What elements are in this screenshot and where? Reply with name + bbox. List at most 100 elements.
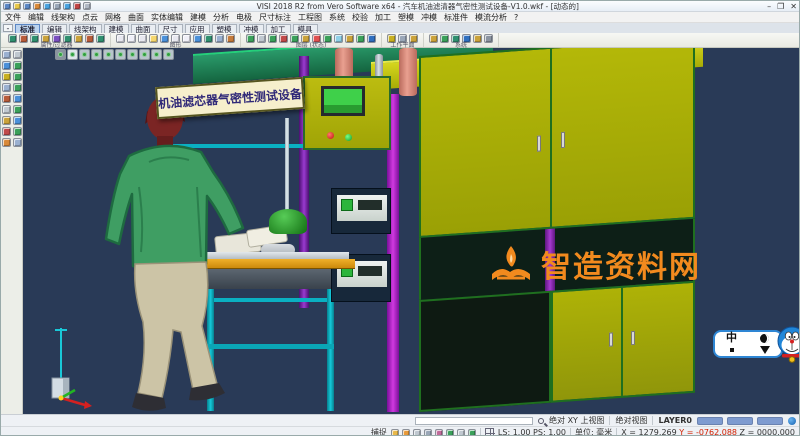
ribbon-icon[interactable] <box>257 34 266 43</box>
workplane-status[interactable]: 绝对 XY 上视图 <box>549 415 604 426</box>
ribbon-icon[interactable] <box>226 34 235 43</box>
menu-item[interactable]: 线架构 <box>51 12 75 23</box>
ribbon-icon[interactable] <box>74 34 83 43</box>
status-indicator-icon[interactable] <box>788 417 796 425</box>
command-input[interactable] <box>415 417 533 425</box>
layer-swatch[interactable] <box>757 417 783 425</box>
toolbar-tab[interactable]: 冲模 <box>239 24 264 33</box>
left-toolbar-icon[interactable] <box>13 72 22 81</box>
menu-item[interactable]: ? <box>514 13 518 22</box>
left-toolbar-icon[interactable] <box>2 72 11 81</box>
snap-toggle-icon[interactable] <box>435 429 443 436</box>
ribbon-icon[interactable] <box>334 34 343 43</box>
ribbon-icon[interactable] <box>138 34 147 43</box>
left-toolbar-icon[interactable] <box>13 127 22 136</box>
menu-item[interactable]: 塑模 <box>398 12 414 23</box>
ribbon-icon[interactable] <box>215 34 224 43</box>
ribbon-icon[interactable] <box>268 34 277 43</box>
toolbar-tab[interactable]: 线架构 <box>69 24 102 33</box>
left-toolbar-icon[interactable] <box>13 105 22 114</box>
grid-toggle-icon[interactable] <box>485 428 494 436</box>
toolbar-tab[interactable]: 标准 <box>15 24 40 33</box>
menu-item[interactable]: 编辑 <box>28 12 44 23</box>
view-orientation-icon[interactable] <box>55 49 66 60</box>
menu-item[interactable]: 尺寸标注 <box>259 12 291 23</box>
maximize-button[interactable]: ❐ <box>777 1 784 12</box>
left-toolbar-icon[interactable] <box>2 116 11 125</box>
menu-item[interactable]: 点云 <box>82 12 98 23</box>
toolbar-tab[interactable]: 尺寸 <box>158 24 183 33</box>
snap-toggle-icon[interactable] <box>391 429 399 436</box>
left-toolbar-icon[interactable] <box>2 61 11 70</box>
toolbar-tab[interactable]: 塑模 <box>212 24 237 33</box>
toolbar-tab[interactable]: 编辑 <box>42 24 67 33</box>
ribbon-icon[interactable] <box>160 34 169 43</box>
ribbon-icon[interactable] <box>30 34 39 43</box>
left-toolbar-icon[interactable] <box>2 94 11 103</box>
menu-item[interactable]: 冲模 <box>421 12 437 23</box>
left-toolbar-icon[interactable] <box>2 138 11 147</box>
menu-item[interactable]: 实体编辑 <box>151 12 183 23</box>
view-orientation-icon[interactable] <box>163 49 174 60</box>
left-toolbar-icon[interactable] <box>13 94 22 103</box>
ribbon-icon[interactable] <box>473 34 482 43</box>
toolbar-collapse-button[interactable]: - <box>3 24 13 32</box>
toolbar-tab[interactable]: 加工 <box>266 24 291 33</box>
ribbon-icon[interactable] <box>182 34 191 43</box>
ribbon-icon[interactable] <box>149 34 158 43</box>
menu-item[interactable]: 标准件 <box>444 12 468 23</box>
left-toolbar-icon[interactable] <box>13 50 22 59</box>
view-orientation-icon[interactable] <box>151 49 162 60</box>
left-toolbar-icon[interactable] <box>13 116 22 125</box>
3d-viewport[interactable]: 机油滤芯器气密性测试设备 智造资料网 <box>23 48 799 414</box>
left-toolbar-icon[interactable] <box>13 61 22 70</box>
snap-toggle-icon[interactable] <box>446 429 454 436</box>
menu-item[interactable]: 模流分析 <box>475 12 507 23</box>
view-orientation-icon[interactable] <box>115 49 126 60</box>
view-status[interactable]: 绝对视图 <box>615 415 647 426</box>
ribbon-icon[interactable] <box>96 34 105 43</box>
left-toolbar-icon[interactable] <box>2 83 11 92</box>
search-icon[interactable] <box>538 418 544 424</box>
toolbar-tab[interactable]: 建模 <box>104 24 129 33</box>
menu-item[interactable]: 加工 <box>375 12 391 23</box>
ime-punctuation-icon[interactable] <box>730 348 734 352</box>
ribbon-icon[interactable] <box>127 34 136 43</box>
active-layer[interactable]: LAYER0 <box>658 416 692 425</box>
snap-toggle-icon[interactable] <box>402 429 410 436</box>
menu-item[interactable]: 文件 <box>5 12 21 23</box>
view-orientation-icon[interactable] <box>139 49 150 60</box>
toolbar-tab[interactable]: 模具 <box>293 24 318 33</box>
ime-skin-icon[interactable] <box>760 346 770 354</box>
ribbon-icon[interactable] <box>429 34 438 43</box>
snap-toggle-icon[interactable] <box>457 429 465 436</box>
menu-item[interactable]: 工程图 <box>298 12 322 23</box>
ribbon-icon[interactable] <box>367 34 376 43</box>
menu-item[interactable]: 分析 <box>213 12 229 23</box>
view-orientation-icon[interactable] <box>79 49 90 60</box>
ribbon-icon[interactable] <box>85 34 94 43</box>
left-toolbar-icon[interactable] <box>2 50 11 59</box>
ribbon-icon[interactable] <box>246 34 255 43</box>
view-orientation-icon[interactable] <box>127 49 138 60</box>
left-toolbar-icon[interactable] <box>13 138 22 147</box>
left-toolbar-icon[interactable] <box>2 105 11 114</box>
layer-swatch[interactable] <box>697 417 723 425</box>
menu-item[interactable]: 建模 <box>190 12 206 23</box>
ribbon-icon[interactable] <box>440 34 449 43</box>
ribbon-icon[interactable] <box>484 34 493 43</box>
toolbar-tab[interactable]: 曲面 <box>131 24 156 33</box>
menu-item[interactable]: 电极 <box>236 12 252 23</box>
menu-item[interactable]: 系统 <box>329 12 345 23</box>
ribbon-icon[interactable] <box>279 34 288 43</box>
ribbon-icon[interactable] <box>204 34 213 43</box>
ribbon-icon[interactable] <box>193 34 202 43</box>
left-toolbar-icon[interactable] <box>13 83 22 92</box>
layer-swatch[interactable] <box>727 417 753 425</box>
ribbon-icon[interactable] <box>19 34 28 43</box>
menu-item[interactable]: 网格 <box>105 12 121 23</box>
left-toolbar-icon[interactable] <box>2 127 11 136</box>
ribbon-icon[interactable] <box>8 34 17 43</box>
toolbar-tab[interactable]: 应用 <box>185 24 210 33</box>
menu-item[interactable]: 校验 <box>352 12 368 23</box>
